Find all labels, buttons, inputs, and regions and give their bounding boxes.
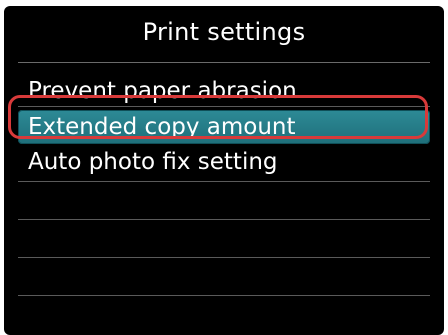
screen-title: Print settings [142, 18, 306, 46]
printer-lcd-screen: Print settings Prevent paper abrasion Ex… [4, 6, 444, 335]
title-divider [18, 62, 430, 63]
empty-row-divider [18, 181, 430, 182]
empty-row-divider [18, 219, 430, 220]
highlight-ring [8, 95, 428, 139]
empty-row-divider [18, 257, 430, 258]
menu-item-auto-photo-fix-setting[interactable]: Auto photo fix setting [18, 145, 430, 179]
empty-row-divider [18, 295, 430, 296]
